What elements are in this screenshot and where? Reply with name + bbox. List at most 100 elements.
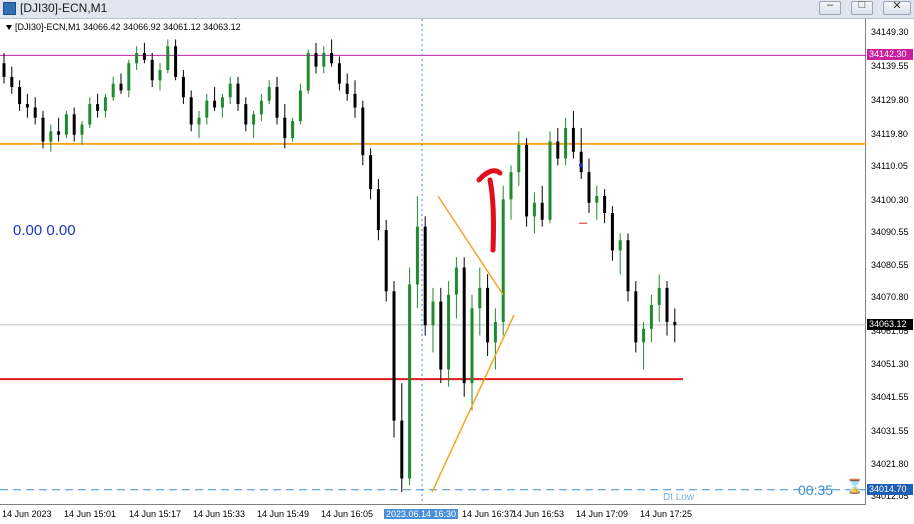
candle-body xyxy=(618,240,622,251)
candle-body xyxy=(205,100,209,118)
price-chart[interactable] xyxy=(0,0,914,524)
candle-body xyxy=(665,287,669,322)
candle-body xyxy=(649,304,653,329)
candle-body xyxy=(330,53,334,64)
candle-body xyxy=(135,53,139,64)
candle-body xyxy=(64,114,68,135)
candle-body xyxy=(376,189,380,231)
candle-body xyxy=(532,202,536,217)
candle-body xyxy=(587,172,591,203)
price-axis-label: 34070.80 xyxy=(871,292,909,302)
candle-body xyxy=(57,131,61,135)
candle-body xyxy=(462,267,466,384)
price-axis-label: 34021.80 xyxy=(871,459,909,469)
time-axis-label: 14 Jun 16:53 xyxy=(512,509,565,519)
time-axis-label: 14 Jun 15:49 xyxy=(257,509,310,519)
candle-body xyxy=(564,127,568,159)
dropdown-triangle-icon[interactable] xyxy=(6,25,12,31)
candle-body xyxy=(252,114,256,125)
candle-body xyxy=(423,226,427,326)
candle-body xyxy=(291,121,295,139)
candle-body xyxy=(96,104,100,111)
candle-body xyxy=(2,63,6,77)
dt-low-label: Dt Low xyxy=(663,492,695,503)
price-axis-label: 34041.55 xyxy=(871,392,909,402)
candle-body xyxy=(181,76,185,98)
price-axis-label: 34090.55 xyxy=(871,227,909,237)
candle-body xyxy=(384,230,388,292)
candle-body xyxy=(298,90,302,122)
time-axis-label: 14 Jun 15:17 xyxy=(129,509,182,519)
candle-body xyxy=(322,53,326,67)
candle-body xyxy=(517,144,521,173)
price-axis-label: 34119.80 xyxy=(871,129,908,139)
low-level-price-tag: 34014.70 xyxy=(867,483,913,495)
candle-body xyxy=(10,76,14,88)
price-axis-label: 34129.80 xyxy=(871,95,909,105)
candle-body xyxy=(431,301,435,326)
candle-body xyxy=(642,328,646,343)
candle-body xyxy=(80,124,84,135)
candle-body xyxy=(408,284,412,479)
time-axis-label: 14 Jun 16:05 xyxy=(321,509,374,519)
time-axis-label: 14 Jun 17:25 xyxy=(640,509,693,519)
candle-body xyxy=(306,53,310,91)
red-arrow-drawing xyxy=(476,168,503,253)
candle-body xyxy=(111,83,115,98)
price-axis-label: 34031.55 xyxy=(871,426,909,436)
time-axis-label: 14 Jun 16:37 xyxy=(462,509,515,519)
candle-body xyxy=(49,131,53,142)
candle-body xyxy=(72,114,76,135)
candle-body xyxy=(447,294,451,370)
time-axis-label: 14 Jun 15:33 xyxy=(193,509,246,519)
time-axis-label: 14 Jun 2023 xyxy=(2,509,52,519)
candle-body xyxy=(525,144,529,217)
candle-body xyxy=(610,213,614,251)
hourglass-icon: ⌛ xyxy=(846,478,864,494)
candle-body xyxy=(501,199,505,322)
candle-body xyxy=(197,117,201,125)
candle-body xyxy=(213,100,217,108)
candle-body xyxy=(634,291,638,343)
candle-body xyxy=(657,287,661,305)
crosshair-time-label: 2023.06.14 16:30 xyxy=(384,509,459,519)
price-axis-label: 34080.55 xyxy=(871,260,909,270)
candle-body xyxy=(493,321,497,343)
candle-body xyxy=(626,240,630,292)
candle-body xyxy=(509,172,513,200)
candle-body xyxy=(158,70,162,81)
price-axis-label: 34139.55 xyxy=(871,61,909,71)
candle-body xyxy=(275,87,279,118)
candle-body xyxy=(18,87,22,105)
candle-body xyxy=(189,97,193,125)
candle-body xyxy=(353,93,357,108)
current-price-tag: 34063.12 xyxy=(867,318,913,330)
candle-body xyxy=(150,59,154,81)
candle-body xyxy=(540,202,544,220)
candle-body xyxy=(174,46,178,77)
arrow-marker-icon xyxy=(579,163,583,168)
candle-body xyxy=(415,226,419,285)
candle-body xyxy=(314,53,318,67)
candle-body xyxy=(361,107,365,156)
candle-body xyxy=(142,53,146,60)
candle-body xyxy=(392,291,396,421)
price-axis-label: 34100.30 xyxy=(871,195,909,205)
candle-body xyxy=(103,97,107,111)
candle-body xyxy=(283,117,287,139)
candle-body xyxy=(571,127,575,152)
candle-body xyxy=(478,287,482,309)
candle-body xyxy=(220,97,224,108)
symbol-ohlc-info: [DJI30]-ECN,M1 34066.42 34066.92 34061.1… xyxy=(6,22,241,32)
ohlc-text: [DJI30]-ECN,M1 34066.42 34066.92 34061.1… xyxy=(15,22,241,32)
price-axis-label: 34149.30 xyxy=(871,27,909,37)
indicator-value-label: 0.00 0.00 xyxy=(13,222,76,239)
candle-body xyxy=(127,63,131,91)
candle-body xyxy=(579,151,583,173)
candle-body xyxy=(556,141,560,159)
candle-body xyxy=(33,107,37,118)
candle-body xyxy=(595,195,599,203)
candle-body xyxy=(439,301,443,370)
price-axis-label: 34051.30 xyxy=(871,359,909,369)
candle-body xyxy=(119,83,123,91)
